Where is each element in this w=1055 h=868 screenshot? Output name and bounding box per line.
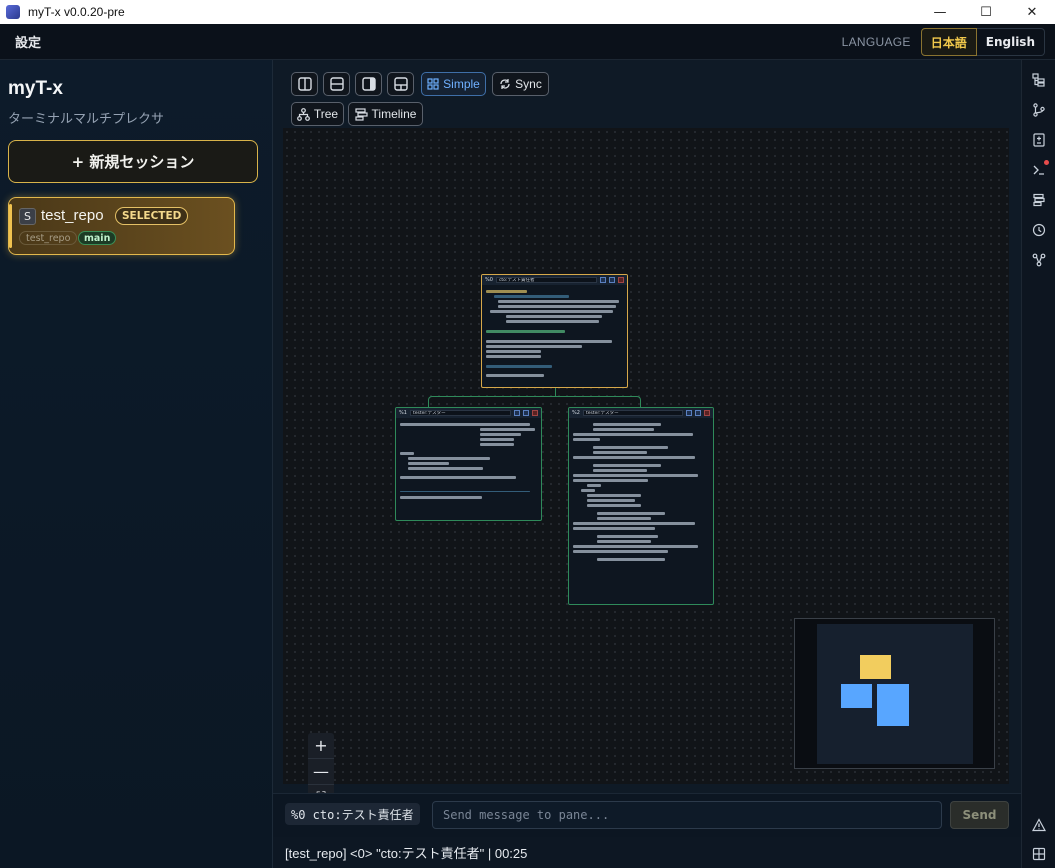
settings-menu[interactable]: 設定 (15, 32, 41, 51)
minimap-viewport (817, 624, 973, 764)
pane-title[interactable]: cto:テスト責任者 (495, 277, 597, 283)
simple-label: Simple (443, 77, 480, 91)
pane-id: %1 (399, 410, 407, 416)
pane-output (482, 285, 627, 382)
simple-view-button[interactable]: Simple (421, 72, 486, 96)
terminal-pane[interactable]: %2 tester:テスター (568, 407, 714, 605)
terminal-pane[interactable]: %1 tester:テスター (395, 407, 542, 521)
main-area: Simple Sync Tree Timeline %0 cto:テスト責任者 (273, 60, 1021, 868)
pane-title[interactable]: tester:テスター (582, 410, 683, 416)
history-icon[interactable] (1031, 222, 1047, 238)
pane-output (569, 418, 713, 566)
maximize-button[interactable]: ☐ (963, 0, 1009, 24)
close-pane-icon[interactable] (704, 410, 710, 416)
lang-en-button[interactable]: English (976, 28, 1045, 56)
selected-badge: SELECTED (115, 207, 189, 225)
right-rail (1021, 60, 1055, 868)
tree-view-button[interactable]: Tree (291, 102, 344, 126)
app-brand: myT-x (8, 78, 63, 99)
split-pane-icon[interactable] (600, 277, 606, 283)
app-subtitle: ターミナルマルチプレクサ (8, 112, 165, 127)
git-branch-icon[interactable] (1031, 102, 1047, 118)
title-bar: myT-x v0.0.20-pre — ☐ ✕ (0, 0, 1055, 24)
zoom-out-button[interactable]: — (308, 759, 334, 785)
split-horizontal-icon (329, 77, 344, 91)
pane-title[interactable]: tester:テスター (409, 410, 511, 416)
sync-icon (500, 79, 510, 89)
send-button[interactable]: Send (950, 801, 1009, 829)
message-input[interactable] (432, 801, 942, 829)
close-pane-icon[interactable] (618, 277, 624, 283)
file-tree-icon[interactable] (1031, 72, 1047, 88)
sidebar: myT-x ターミナルマルチプレクサ + 新規セッション S test_repo… (0, 60, 273, 868)
maximize-pane-icon[interactable] (609, 277, 615, 283)
session-type-badge: S (19, 208, 36, 225)
minimap[interactable] (794, 618, 995, 769)
sync-label: Sync (515, 77, 542, 91)
sync-button[interactable]: Sync (492, 72, 549, 96)
layout-right-icon (361, 77, 376, 91)
pane-id: %0 (485, 277, 493, 283)
tree-icon (296, 107, 310, 121)
layout-bottom-button[interactable] (387, 72, 414, 96)
tree-connector (555, 388, 556, 396)
split-pane-icon[interactable] (686, 410, 692, 416)
session-card[interactable]: S test_repo SELECTED test_repo main (8, 197, 235, 255)
split-pane-icon[interactable] (514, 410, 520, 416)
send-bar: %0 cto:テスト責任者 Send (273, 793, 1021, 837)
new-session-button[interactable]: + 新規セッション (8, 140, 258, 183)
maximize-pane-icon[interactable] (523, 410, 529, 416)
repo-tag: test_repo (19, 231, 78, 245)
diff-icon[interactable] (1031, 132, 1047, 148)
split-vertical-icon (297, 77, 312, 91)
timeline-icon (354, 107, 368, 121)
timeline-icon[interactable] (1031, 192, 1047, 208)
zoom-in-button[interactable]: + (308, 733, 334, 759)
notification-dot (1044, 160, 1049, 165)
close-button[interactable]: ✕ (1009, 0, 1055, 24)
split-vertical-button[interactable] (291, 72, 318, 96)
language-switcher: LANGUAGE 日本語 English (842, 28, 1045, 56)
tree-label: Tree (313, 107, 339, 121)
pane-id: %2 (572, 410, 580, 416)
terminal-pane[interactable]: %0 cto:テスト責任者 (481, 274, 628, 388)
target-pane-tag: %0 cto:テスト責任者 (285, 803, 420, 825)
branch-tag: main (78, 231, 117, 245)
status-bar: [test_repo] <0> "cto:テスト責任者" | 00:25 (273, 837, 1021, 868)
agents-icon[interactable] (1031, 252, 1047, 268)
terminal-icon[interactable] (1031, 160, 1049, 178)
grid-icon (427, 78, 439, 90)
minimap-node (841, 684, 872, 708)
window-title: myT-x v0.0.20-pre (28, 5, 125, 19)
timeline-label: Timeline (371, 107, 417, 121)
session-name: test_repo (41, 207, 104, 224)
layout-grid-icon[interactable] (1031, 846, 1047, 862)
pane-output (396, 418, 541, 504)
maximize-pane-icon[interactable] (695, 410, 701, 416)
pane-header: %0 cto:テスト責任者 (482, 275, 627, 285)
pane-header: %2 tester:テスター (569, 408, 713, 418)
minimize-button[interactable]: — (917, 0, 963, 24)
warning-icon[interactable] (1031, 817, 1047, 833)
pane-header: %1 tester:テスター (396, 408, 541, 418)
lang-ja-button[interactable]: 日本語 (920, 28, 977, 56)
minimap-node (860, 655, 891, 679)
app-icon (6, 5, 20, 19)
menu-bar: 設定 LANGUAGE 日本語 English (0, 24, 1055, 60)
timeline-view-button[interactable]: Timeline (348, 102, 423, 126)
layout-right-button[interactable] (355, 72, 382, 96)
close-pane-icon[interactable] (532, 410, 538, 416)
pane-canvas[interactable]: %0 cto:テスト責任者 %1 tester:テスター %2 tester:テ… (283, 128, 1009, 837)
minimap-node (877, 684, 909, 726)
language-label: LANGUAGE (841, 35, 911, 49)
layout-bottom-icon (393, 77, 408, 91)
split-horizontal-button[interactable] (323, 72, 350, 96)
